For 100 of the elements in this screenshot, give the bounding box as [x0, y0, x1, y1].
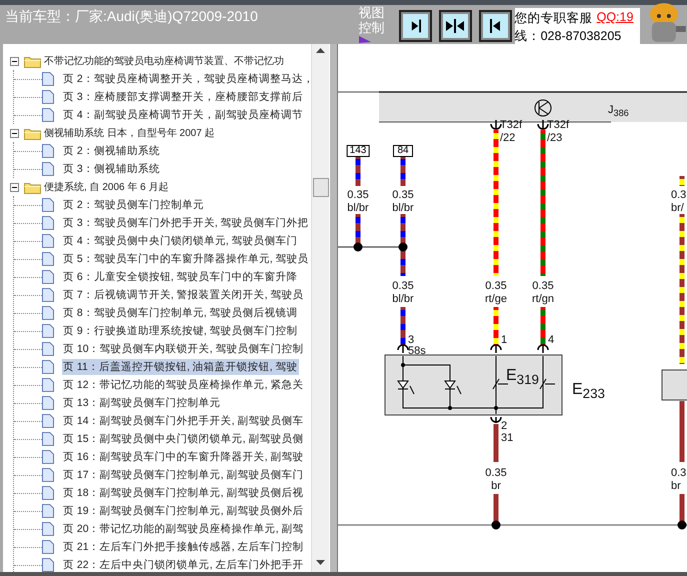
pin-number: 4: [548, 334, 554, 346]
collapse-icon[interactable]: [10, 182, 19, 192]
scrollbar-thumb[interactable]: [312, 178, 328, 197]
pin-number: 1: [501, 334, 508, 346]
pin-number: 2: [501, 420, 508, 432]
wire-size-label: 0.3: [671, 189, 686, 201]
tree-page-item[interactable]: 页 4：驾驶员侧中央门锁闭锁单元, 驾驶员侧车门: [62, 233, 299, 249]
tree-page-item[interactable]: 页 10：驾驶员侧车内联锁开关, 驾驶员侧车门控制: [62, 341, 304, 357]
scroll-up-icon[interactable]: [316, 48, 325, 54]
document-icon: [42, 396, 54, 410]
tree-page-item[interactable]: 页 6：儿童安全锁按钮, 驾驶员车门中的车窗升降: [62, 269, 299, 285]
control-unit-label: J$_{386}$: [608, 104, 629, 120]
document-icon: [42, 468, 54, 482]
document-icon: [42, 270, 54, 284]
tree-page-item[interactable]: 页 3：驾驶员侧车门外把手开关, 驾驶员侧车门外把: [62, 215, 310, 231]
collapse-icon[interactable]: [10, 128, 19, 138]
document-icon: [42, 144, 54, 158]
document-icon: [42, 72, 54, 86]
document-icon: [42, 414, 54, 428]
document-icon: [42, 90, 54, 104]
document-icon: [42, 216, 54, 230]
connector-icon: [490, 119, 502, 130]
tree-page-item[interactable]: 页 9：行驶换道助理系统按键, 驾驶员侧车门控制: [62, 323, 299, 339]
tree-page-item[interactable]: 页 12：带记忆功能的驾驶员座椅操作单元, 紧急关: [62, 377, 304, 393]
tree-page-item[interactable]: 页 20：带记忆功能的副驾驶员座椅操作单元, 副驾: [62, 521, 304, 537]
arrow-right-bar-icon: [410, 19, 421, 33]
connector-icon: [537, 119, 549, 130]
wire-size-label: 0.35: [392, 280, 414, 292]
document-icon: [42, 378, 54, 392]
tree-page-item[interactable]: 页 14：副驾驶员侧车门外把手开关, 副驾驶员侧车: [62, 413, 304, 429]
module-box: [662, 370, 687, 400]
tree-page-item[interactable]: 页 21：左后车门外把手接触传感器, 左后车门控制: [62, 539, 304, 555]
tree-page-item[interactable]: 页 2：驾驶员侧车门控制单元: [62, 197, 205, 213]
wire-tag: 84: [393, 145, 413, 157]
tree-page-item[interactable]: 页 3：侧视辅助系统: [62, 161, 161, 177]
pin-icon: [537, 344, 549, 354]
tree-page-item[interactable]: 页 17：副驾驶员侧车门控制单元, 副驾驶员侧车门: [62, 467, 304, 483]
arrows-inward-icon: [446, 19, 464, 33]
document-icon: [42, 540, 54, 554]
terminal-label: 31: [501, 432, 514, 444]
document-icon: [42, 288, 54, 302]
tree-page-item[interactable]: 页 2：驾驶员座椅调整开关，驾驶员座椅调整马达，: [62, 71, 311, 87]
pin-icon: [490, 344, 502, 354]
document-icon: [42, 522, 54, 536]
folder-icon: [24, 54, 41, 68]
wire-color-code: br/: [671, 202, 684, 214]
scroll-down-icon[interactable]: [316, 560, 325, 566]
wire-color-code: bl/br: [392, 202, 414, 214]
tree-folder-label[interactable]: 侧视辅助系统 日本，自型号年 2007 起: [44, 126, 215, 140]
tree-page-item[interactable]: 页 7：后视镜调节开关, 警报装置关闭开关, 驾驶员: [62, 287, 304, 303]
view-layout-button[interactable]: [478, 10, 512, 42]
wire-size-label: 0.35: [485, 280, 507, 292]
tree-page-item[interactable]: 页 19：副驾驶员侧车门控制单元, 副驾驶员侧外后: [62, 503, 304, 519]
tree-page-item[interactable]: 页 13：副驾驶员侧车门控制单元: [62, 395, 222, 411]
folder-icon: [24, 180, 41, 194]
document-icon: [42, 252, 54, 266]
wire-size-label: 0.3: [671, 467, 686, 479]
collapse-icon[interactable]: [10, 56, 19, 66]
document-icon: [42, 504, 54, 518]
junction-dot: [492, 520, 500, 530]
car-model-label: 当前车型：厂家:Audi(奥迪)Q72009-2010: [5, 8, 259, 26]
bar-arrow-left-icon: [490, 19, 501, 33]
junction-dot: [678, 520, 686, 530]
wire-size-label: 0.35: [485, 467, 507, 479]
junction-dot: [398, 242, 408, 252]
document-icon: [42, 108, 54, 122]
tree-page-item[interactable]: 页 3：座椅腰部支撑调整开关，座椅腰部支撑前后: [62, 89, 304, 105]
tree-page-item[interactable]: 页 18：副驾驶员侧车门控制单元, 副驾驶员侧后视: [62, 485, 304, 501]
document-icon: [42, 342, 54, 356]
tree-page-item[interactable]: 页 2：侧视辅助系统: [62, 143, 161, 159]
document-icon: [42, 450, 54, 464]
tree-page-item[interactable]: 页 22：左后中央门锁闭锁单元, 左后车门外把手开: [62, 557, 304, 572]
phone-label: 线：028-87038205: [514, 28, 622, 45]
document-icon: [42, 486, 54, 500]
view-layout-button[interactable]: [398, 10, 432, 42]
tree-page-item[interactable]: 页 4：副驾驶员座椅调节开关，副驾驶员座椅调节: [62, 107, 304, 123]
connector-label: T32f: [500, 119, 522, 131]
pin-icon: [490, 416, 502, 424]
wire-size-label: 0.35: [347, 189, 369, 201]
qq-link[interactable]: QQ:19: [596, 10, 634, 27]
component-label: E$_{233}$: [572, 381, 605, 404]
connector-pin-label: /23: [547, 132, 562, 144]
tree-page-item[interactable]: 页 15：副驾驶员侧中央门锁闭锁单元, 副驾驶员侧: [62, 431, 304, 447]
terminal-label: 58s: [408, 345, 426, 357]
tree-page-item[interactable]: 页 8：驾驶员侧车门控制单元, 驾驶员侧后视镜调: [62, 305, 299, 321]
pin-icon: [397, 344, 409, 354]
junction-dot: [354, 242, 362, 252]
view-layout-button[interactable]: [438, 10, 472, 42]
tree-page-item[interactable]: 页 5：驾驶员车门中的车窗升降器操作单元, 驾驶员: [62, 251, 310, 267]
wire-size-label: 0.35: [392, 189, 414, 201]
folder-icon: [24, 126, 41, 140]
scrollbar[interactable]: [311, 44, 329, 572]
document-icon: [42, 234, 54, 248]
document-icon: [42, 558, 54, 572]
wire-color-code: bl/br: [347, 202, 369, 214]
tree-page-item[interactable]: 页 16：副驾驶员车门中的车窗升降器开关, 副驾驶: [62, 449, 304, 465]
document-icon: [42, 360, 54, 374]
tree-folder-label[interactable]: 不带记忆功能的驾驶员电动座椅调节装置、不带记忆功: [44, 54, 284, 68]
tree-folder-label[interactable]: 便捷系统, 自 2006 年 6 月起: [44, 180, 168, 194]
tree-page-item[interactable]: 页 11：后盖遥控开锁按钮, 油箱盖开锁按钮, 驾驶: [62, 359, 298, 375]
